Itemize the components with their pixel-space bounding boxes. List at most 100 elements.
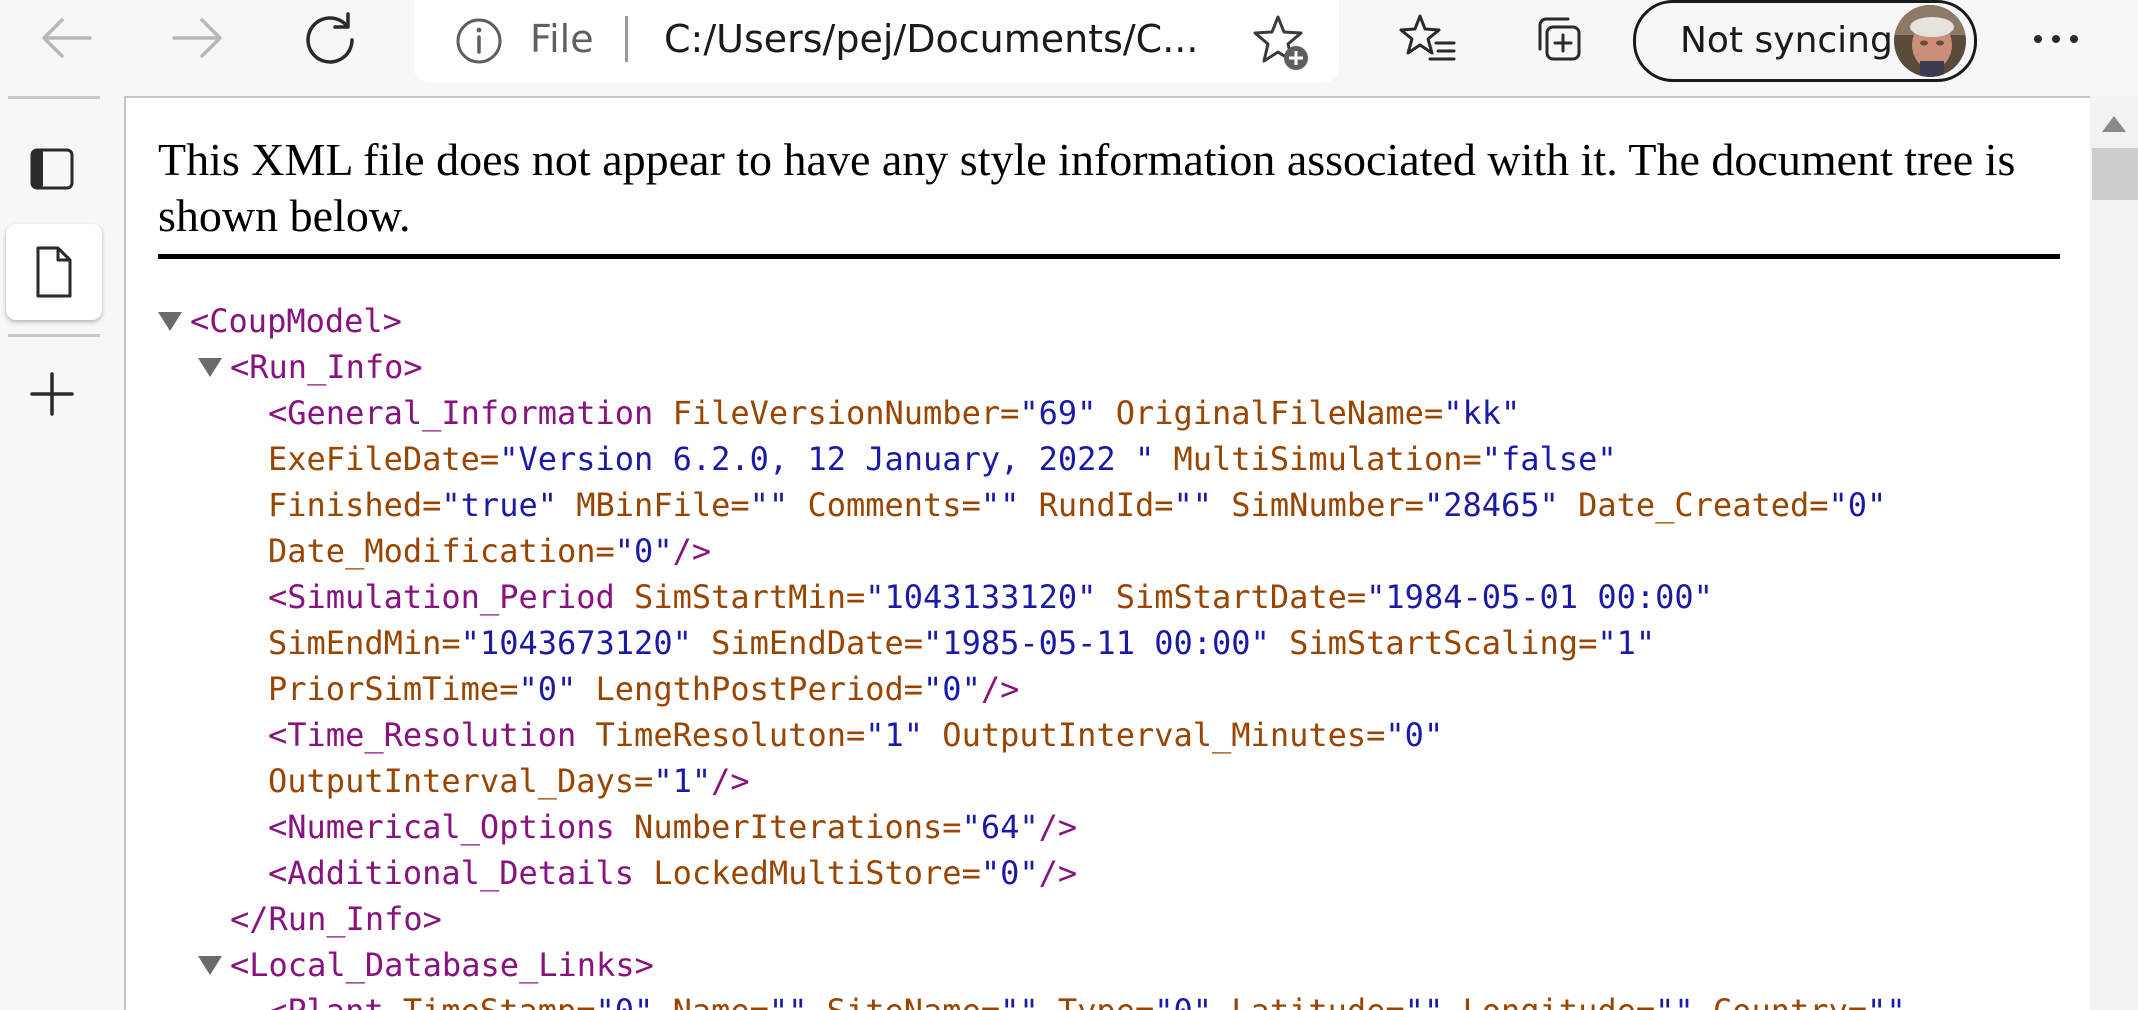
xml-attribute-name: MultiSimulation= [1154,440,1482,478]
collapse-toggle-coupmodel[interactable] [158,312,182,331]
xml-attribute-value: "" [1405,992,1444,1010]
xml-line: <Additional_Details LockedMultiStore="0"… [268,850,1077,896]
xml-attribute-value: "0" [1828,486,1887,524]
favorites-button[interactable] [1392,8,1464,70]
xml-attribute-name: Type= [1039,992,1154,1010]
xml-attribute-name: Date_Created= [1558,486,1829,524]
xml-line: Finished="true" MBinFile="" Comments="" … [268,482,1886,528]
xml-attribute-value: "1" [653,762,712,800]
xml-attribute-name: Name= [653,992,769,1010]
xml-line: <Plant TimeStamp="0" Name="" SiteName=""… [268,988,1906,1010]
xml-attribute-value: "0" [923,670,981,708]
star-add-icon[interactable] [1250,12,1312,74]
xml-attribute-value: "true" [441,486,557,524]
xml-tag: <Simulation_Period [268,578,615,616]
address-bar[interactable]: File C:/Users/pej/Documents/C... [414,0,1339,82]
refresh-button[interactable] [294,8,366,68]
xml-line: SimEndMin="1043673120" SimEndDate="1985-… [268,620,1655,666]
collapse-toggle-run-info[interactable] [198,358,222,377]
xml-attribute-name: MBinFile= [556,486,750,524]
page-icon [36,246,72,298]
refresh-icon [306,12,354,64]
xml-tag: <General_Information [268,394,654,432]
xml-attribute-value: "0" [596,992,654,1010]
xml-line: <Local_Database_Links> [230,942,654,988]
xml-attribute-name: SimStartScaling= [1269,624,1598,662]
xml-line: <Numerical_Options NumberIterations="64"… [268,804,1077,850]
xml-line: ExeFileDate="Version 6.2.0, 12 January, … [268,436,1617,482]
xml-attribute-value: "69" [1019,394,1097,432]
profile-sync-button[interactable]: Not syncing [1633,0,1977,82]
xml-attribute-name: TimeStamp= [384,992,596,1010]
xml-attribute-name: OutputInterval_Days= [268,762,654,800]
back-arrow-icon [42,18,92,58]
vertical-scrollbar[interactable] [2090,96,2138,1010]
avatar [1894,5,1966,77]
xml-attribute-name: SimEndMin= [268,624,461,662]
xml-tag: </Run_Info> [230,900,442,938]
xml-attribute-name: LengthPostPeriod= [576,670,924,708]
xml-line: <Run_Info> [230,344,423,390]
xml-attribute-name: FileVersionNumber= [653,394,1020,432]
xml-tag: <Time_Resolution [268,716,577,754]
xml-attribute-value: "false" [1481,440,1617,478]
page-content: This XML file does not appear to have an… [124,96,2090,1010]
xml-line: <CoupModel> [190,298,402,344]
xml-line: OutputInterval_Days="1"/> [268,758,750,804]
xml-attribute-name: SimEndDate= [691,624,924,662]
xml-attribute-value: "kk" [1443,394,1521,432]
sidebar-divider [8,96,100,99]
xml-tag: <Run_Info> [230,348,423,386]
xml-attribute-name: SimNumber= [1212,486,1424,524]
xml-attribute-value: "1" [1597,624,1656,662]
xml-line: <Simulation_Period SimStartMin="10431331… [268,574,1713,620]
xml-attribute-name: OutputInterval_Minutes= [923,716,1386,754]
file-scheme-label: File [530,17,594,61]
info-icon[interactable] [454,16,504,66]
forward-button[interactable] [162,8,234,68]
xml-attribute-name: NumberIterations= [614,808,962,846]
xml-tag: <Plant [268,992,384,1010]
favorites-list-icon [1399,14,1456,61]
xml-tag-close: /> [1038,808,1078,846]
plus-icon[interactable] [20,362,84,426]
xml-attribute-name: Date_Modification= [268,532,615,570]
xml-attribute-value: "" [749,486,789,524]
xml-attribute-name: Finished= [268,486,442,524]
xml-tag-close: /> [980,670,1020,708]
scrollbar-thumb[interactable] [2092,148,2138,200]
back-button[interactable] [30,8,102,68]
vertical-tabs-sidebar [0,96,118,1010]
notice-divider [158,254,2060,259]
xml-attribute-name: TimeResoluton= [576,716,866,754]
xml-line: </Run_Info> [230,896,442,942]
tab-actions-icon[interactable] [20,136,84,200]
sync-status-label: Not syncing [1680,20,1893,61]
more-options-button[interactable] [2020,8,2092,70]
sidebar-divider [8,334,100,337]
collapse-toggle-local-database-links[interactable] [198,956,222,975]
scroll-up-arrow-icon[interactable] [2102,116,2126,132]
xml-attribute-name: Comments= [788,486,981,524]
xml-attribute-value: "" [1173,486,1213,524]
xml-attribute-value: "1043133120" [865,578,1097,616]
xml-attribute-name: LockedMultiStore= [634,854,981,892]
xml-attribute-value: "" [1000,992,1039,1010]
xml-tag-close: /> [1038,854,1078,892]
xml-attribute-value: "0" [1385,716,1444,754]
xml-attribute-value: "Version 6.2.0, 12 January, 2022 " [499,440,1155,478]
xml-attribute-name: ExeFileDate= [268,440,500,478]
xml-line: PriorSimTime="0" LengthPostPeriod="0"/> [268,666,1019,712]
tab-current-page[interactable] [6,224,102,320]
xml-attribute-name: Latitude= [1212,992,1404,1010]
xml-attribute-value: "" [1655,992,1694,1010]
xml-attribute-value: "1043673120" [460,624,692,662]
xml-attribute-name: PriorSimTime= [268,670,519,708]
url-text[interactable]: C:/Users/pej/Documents/C... [664,14,1198,64]
address-separator [625,16,628,62]
collections-icon [1538,17,1581,61]
xml-attribute-name: SiteName= [807,992,1000,1010]
collections-button[interactable] [1522,8,1594,70]
xml-attribute-value: "0" [518,670,577,708]
xml-attribute-value: "" [769,992,808,1010]
